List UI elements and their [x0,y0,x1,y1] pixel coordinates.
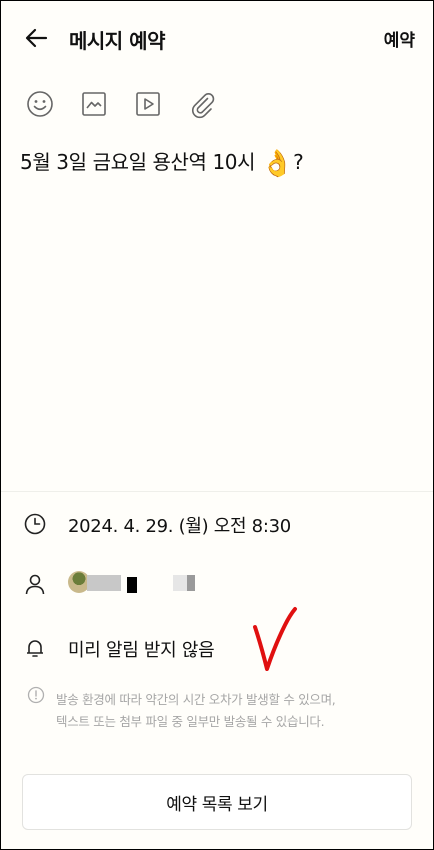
image-icon [82,92,106,116]
schedule-datetime: 2024. 4. 29. (월) 오전 8:30 [68,516,291,537]
divider [1,491,433,492]
reserve-button[interactable]: 예약 [384,26,415,51]
emoji-button[interactable] [25,89,55,119]
view-reservation-list-button[interactable]: 예약 목록 보기 [22,774,412,830]
emoji-icon [27,91,53,117]
notice-line-1: 발송 환경에 따라 약간의 시간 오차가 발생할 수 있으며, [56,692,336,707]
attachment-toolbar [25,89,241,121]
ok-hand-emoji: 👌 [261,149,294,179]
message-text[interactable]: 5월 3일 금요일 용산역 10시 👌? [20,147,416,179]
notice-text: 발송 환경에 따라 약간의 시간 오차가 발생할 수 있으며, 텍스트 또는 첨… [56,689,411,733]
schedule-datetime-row[interactable]: 2024. 4. 29. (월) 오전 8:30 [23,509,413,539]
recipient-name-redacted [173,575,187,591]
red-check-annotation [253,607,297,671]
image-button[interactable] [79,89,109,119]
video-button[interactable] [133,89,163,119]
header: 메시지 예약 예약 [1,1,433,77]
info-icon [27,686,45,704]
recipient-row[interactable] [23,569,413,599]
recipient-name-redacted [127,577,137,593]
recipient-name-redacted [187,575,195,591]
app-frame: 메시지 예약 예약 5월 3일 금요일 용산역 10시 👌? 2024. 4. … [0,0,434,850]
message-body: 5월 3일 금요일 용산역 10시 [20,150,262,174]
recipient-name-redacted [87,575,121,591]
video-icon [136,92,160,116]
back-arrow-icon[interactable] [21,23,51,53]
bell-icon [27,640,43,657]
attachment-icon [192,93,215,119]
message-suffix: ? [293,150,304,174]
page-title: 메시지 예약 [69,29,165,53]
alarm-setting-row[interactable]: 미리 알림 받지 않음 [23,633,413,663]
person-icon [25,574,45,595]
alarm-label: 미리 알림 받지 않음 [68,640,215,661]
attachment-button[interactable] [187,89,217,119]
clock-icon [24,513,46,535]
notice-line-2: 텍스트 또는 첨부 파일 중 일부만 발송될 수 있습니다. [56,714,325,729]
